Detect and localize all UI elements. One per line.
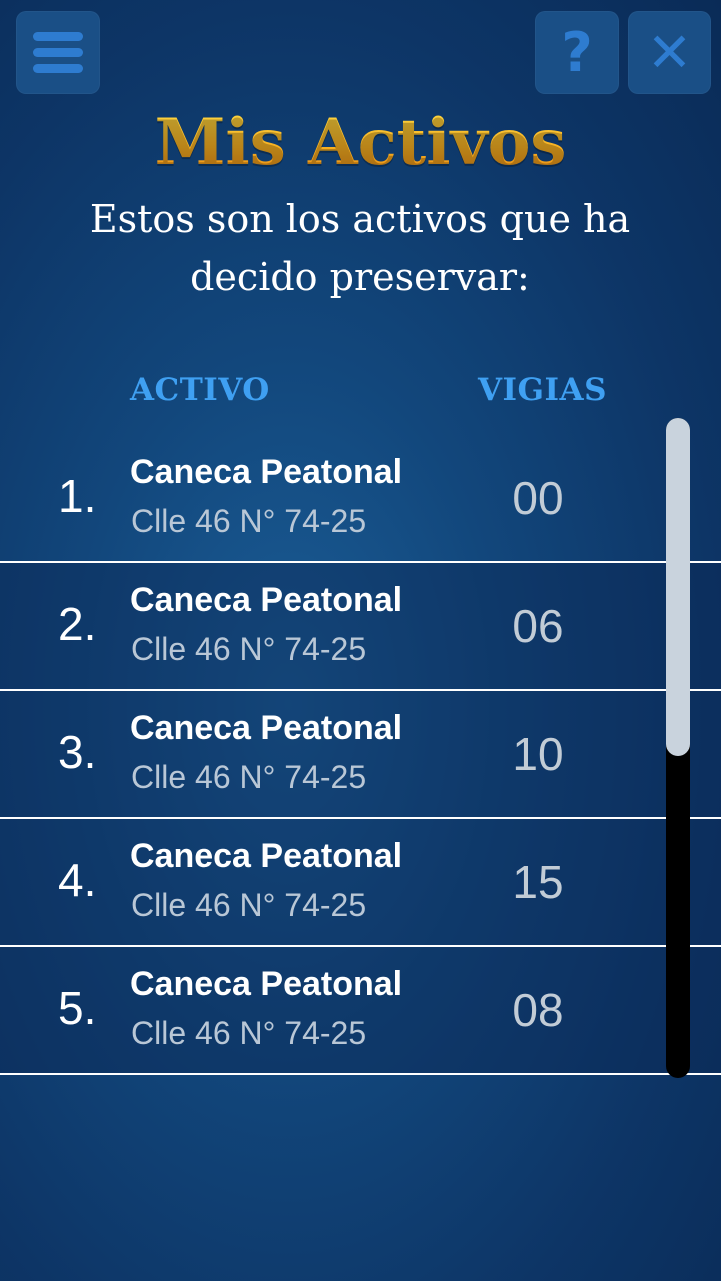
asset-number: 4. bbox=[58, 854, 97, 906]
help-button[interactable]: ? bbox=[535, 11, 619, 94]
asset-row[interactable]: 1. Caneca Peatonal Clle 46 N° 74-25 00 bbox=[0, 435, 721, 563]
asset-number: 1. bbox=[58, 470, 97, 522]
asset-vigias-count: 15 bbox=[512, 856, 564, 908]
asset-vigias-count: 00 bbox=[512, 472, 564, 524]
asset-vigias-count: 06 bbox=[512, 600, 564, 652]
question-mark-icon: ? bbox=[561, 20, 593, 84]
close-x-icon: ✕ bbox=[646, 20, 693, 84]
scrollbar-thumb[interactable] bbox=[666, 418, 690, 756]
asset-address: Clle 46 N° 74-25 bbox=[131, 759, 367, 795]
asset-row[interactable]: 3. Caneca Peatonal Clle 46 N° 74-25 10 bbox=[0, 691, 721, 819]
column-header-vigias: VIGIAS bbox=[478, 372, 607, 408]
asset-address: Clle 46 N° 74-25 bbox=[131, 1015, 367, 1051]
asset-vigias-count: 08 bbox=[512, 984, 564, 1036]
asset-name: Caneca Peatonal bbox=[130, 837, 403, 875]
asset-row[interactable]: 2. Caneca Peatonal Clle 46 N° 74-25 06 bbox=[0, 563, 721, 691]
assets-list: 1. Caneca Peatonal Clle 46 N° 74-25 00 2… bbox=[0, 435, 721, 1075]
asset-address: Clle 46 N° 74-25 bbox=[131, 887, 367, 923]
page-title: Mis Activos bbox=[0, 100, 721, 186]
asset-row[interactable]: 5. Caneca Peatonal Clle 46 N° 74-25 08 bbox=[0, 947, 721, 1075]
asset-row[interactable]: 4. Caneca Peatonal Clle 46 N° 74-25 15 bbox=[0, 819, 721, 947]
asset-name: Caneca Peatonal bbox=[130, 581, 403, 619]
asset-number: 3. bbox=[58, 726, 97, 778]
menu-button[interactable] bbox=[16, 11, 100, 94]
asset-address: Clle 46 N° 74-25 bbox=[131, 503, 367, 539]
asset-vigias-count: 10 bbox=[512, 728, 564, 780]
column-header-activo: ACTIVO bbox=[130, 372, 270, 408]
asset-name: Caneca Peatonal bbox=[130, 965, 403, 1003]
asset-name: Caneca Peatonal bbox=[130, 709, 403, 747]
asset-address: Clle 46 N° 74-25 bbox=[131, 631, 367, 667]
close-button[interactable]: ✕ bbox=[628, 11, 711, 94]
asset-number: 2. bbox=[58, 598, 97, 650]
asset-number: 5. bbox=[58, 982, 97, 1034]
asset-name: Caneca Peatonal bbox=[130, 453, 403, 491]
page-subtitle: Estos son los activos que ha decido pres… bbox=[89, 197, 631, 299]
hamburger-menu-icon bbox=[33, 32, 83, 73]
